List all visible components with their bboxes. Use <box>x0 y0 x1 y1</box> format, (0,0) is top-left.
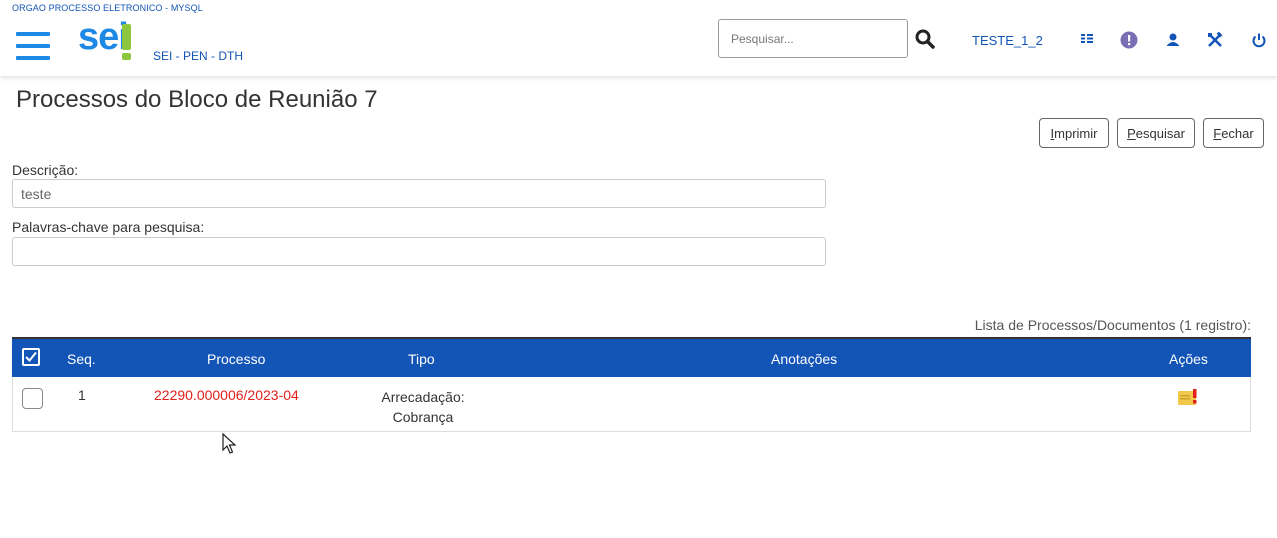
print-button[interactable]: Imprimir <box>1039 118 1109 148</box>
search-icon[interactable] <box>914 28 936 50</box>
table-caption: Lista de Processos/Documentos (1 registr… <box>974 317 1251 333</box>
column-header-tipo[interactable]: Tipo <box>408 351 435 367</box>
column-header-acoes: Ações <box>1169 351 1208 367</box>
select-all-checkbox[interactable] <box>22 348 40 366</box>
search-button[interactable]: Pesquisar <box>1117 118 1195 148</box>
user-icon[interactable] <box>1163 30 1183 50</box>
tools-icon[interactable] <box>1205 30 1225 50</box>
row-tipo: Arrecadação: Cobrança <box>353 387 493 427</box>
mouse-cursor <box>222 432 237 455</box>
close-button[interactable]: Fechar <box>1203 118 1264 148</box>
sei-logo[interactable]: sei <box>78 16 136 62</box>
keywords-label: Palavras-chave para pesquisa: <box>12 219 205 235</box>
column-header-seq[interactable]: Seq. <box>67 351 96 367</box>
unit-name[interactable]: SEI - PEN - DTH <box>153 49 243 63</box>
column-header-anotacoes: Anotações <box>771 351 838 367</box>
search-input[interactable] <box>718 19 908 58</box>
keywords-field[interactable] <box>12 237 826 266</box>
menu-icon[interactable] <box>16 32 50 60</box>
description-field[interactable] <box>12 179 826 208</box>
row-seq: 1 <box>78 387 86 403</box>
alert-icon[interactable] <box>1119 30 1139 50</box>
row-checkbox[interactable] <box>22 388 43 409</box>
table-row: 1 22290.000006/2023-04 Arrecadação: Cobr… <box>12 377 1251 432</box>
power-icon[interactable] <box>1249 30 1269 50</box>
row-tipo-line2: Cobrança <box>392 409 454 425</box>
page-title: Processos do Bloco de Reunião 7 <box>16 86 378 113</box>
top-bar: ORGAO PROCESSO ELETRONICO - MYSQL sei SE… <box>0 0 1277 76</box>
user-name-link[interactable]: TESTE_1_2 <box>972 33 1043 48</box>
process-number-link[interactable]: 22290.000006/2023-04 <box>154 387 299 403</box>
blocks-icon[interactable] <box>1077 30 1097 50</box>
table-header: Seq. Processo Tipo Anotações Ações <box>12 337 1251 377</box>
column-header-processo[interactable]: Processo <box>207 351 265 367</box>
organization-name: ORGAO PROCESSO ELETRONICO - MYSQL <box>12 3 203 13</box>
annotation-alert-icon[interactable] <box>1177 388 1199 406</box>
row-tipo-line1: Arrecadação: <box>381 389 465 405</box>
description-label: Descrição: <box>12 162 79 178</box>
